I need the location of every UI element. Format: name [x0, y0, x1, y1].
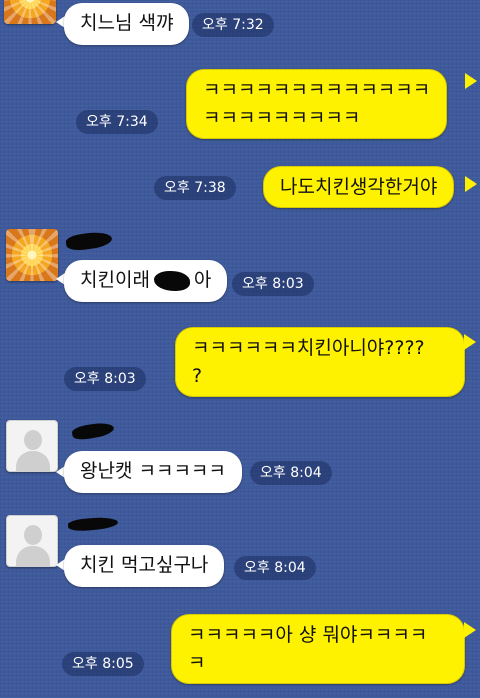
- bubble-tail: [465, 176, 477, 192]
- message-bubble-mine[interactable]: ㅋㅋㅋㅋㅋㅋ치킨아니야???? ?: [175, 327, 465, 397]
- message-text-line-1: ㅋㅋㅋㅋㅋ아 샹 뭐야ㅋㅋㅋㅋ: [188, 624, 428, 646]
- friend-avatar-default[interactable]: [6, 515, 58, 567]
- message-text: 왕난캣 ㅋㅋㅋㅋㅋ: [80, 460, 226, 482]
- message-bubble-mine[interactable]: 나도치킨생각한거야: [263, 166, 455, 208]
- friend-avatar-sun[interactable]: [4, 0, 56, 24]
- friend-avatar-sun[interactable]: [6, 229, 58, 281]
- person-head-icon: [24, 525, 42, 545]
- message-timestamp: 오후 8:03: [232, 272, 314, 296]
- message-timestamp: 오후 8:04: [250, 461, 332, 485]
- message-timestamp: 오후 8:03: [64, 367, 146, 391]
- message-timestamp: 오후 7:38: [154, 176, 236, 200]
- message-text-line-2: ?: [192, 365, 203, 387]
- redacted-name-scribble: [67, 515, 119, 533]
- redacted-word-scribble: [153, 270, 190, 291]
- person-body-icon: [16, 451, 50, 471]
- bubble-tail: [464, 334, 476, 350]
- message-text-line-1: ㅋㅋㅋㅋㅋㅋㅋㅋㅋㅋㅋㅋㅋ: [203, 79, 431, 101]
- message-bubble-friend[interactable]: 치킨 먹고싶구나: [64, 545, 225, 587]
- friend-avatar-default[interactable]: [6, 420, 58, 472]
- message-text-line-2: ㅋㅋㅋㅋㅋㅋㅋㅋㅋ: [203, 107, 361, 129]
- message-text: 치느님 색꺄: [80, 12, 174, 34]
- message-text-line-1: ㅋㅋㅋㅋㅋㅋ치킨아니야????: [192, 337, 425, 359]
- message-bubble-friend[interactable]: 치킨이래 아: [64, 260, 228, 302]
- bubble-tail: [465, 73, 477, 89]
- message-text: 치킨 먹고싶구나: [80, 554, 209, 576]
- message-text-part-2: 아: [193, 269, 212, 291]
- message-timestamp: 오후 7:32: [192, 13, 274, 37]
- message-bubble-mine[interactable]: ㅋㅋㅋㅋㅋㅋㅋㅋㅋㅋㅋㅋㅋ ㅋㅋㅋㅋㅋㅋㅋㅋㅋ: [186, 69, 448, 139]
- message-text-part-1: 치킨이래: [80, 269, 150, 291]
- person-body-icon: [16, 546, 50, 566]
- redacted-name-scribble: [71, 420, 115, 442]
- redacted-name-scribble: [65, 229, 113, 253]
- message-timestamp: 오후 8:05: [62, 652, 144, 676]
- message-timestamp: 오후 7:34: [76, 110, 158, 134]
- message-text-line-2: ㅋ: [188, 652, 206, 674]
- message-bubble-friend[interactable]: 왕난캣 ㅋㅋㅋㅋㅋ: [64, 451, 242, 493]
- message-text: 나도치킨생각한거야: [280, 176, 438, 198]
- message-bubble-mine[interactable]: ㅋㅋㅋㅋㅋ아 샹 뭐야ㅋㅋㅋㅋ ㅋ: [171, 614, 465, 684]
- bubble-tail: [464, 622, 476, 638]
- message-bubble-friend[interactable]: 치느님 색꺄: [64, 3, 190, 45]
- person-head-icon: [24, 430, 42, 450]
- message-timestamp: 오후 8:04: [234, 556, 316, 580]
